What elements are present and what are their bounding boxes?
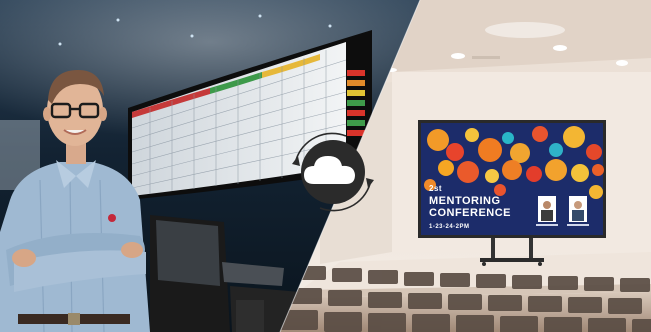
screen-title-line1: MENTORING — [429, 195, 501, 207]
speaker-photo-2 — [567, 196, 589, 226]
brand-logo-icon — [108, 214, 116, 222]
scene-illustration: 2st MENTORING CONFERENCE 1-23-24-2PM — [0, 0, 651, 332]
hero-banner: 2st MENTORING CONFERENCE 1-23-24-2PM — [0, 0, 651, 332]
conference-display: 2st MENTORING CONFERENCE 1-23-24-2PM — [418, 120, 606, 238]
speaker-photo-1 — [536, 196, 558, 226]
screen-title-line2: CONFERENCE — [429, 207, 511, 219]
screen-edition: 2st — [429, 184, 442, 193]
screen-date: 1-23-24-2PM — [429, 224, 470, 230]
